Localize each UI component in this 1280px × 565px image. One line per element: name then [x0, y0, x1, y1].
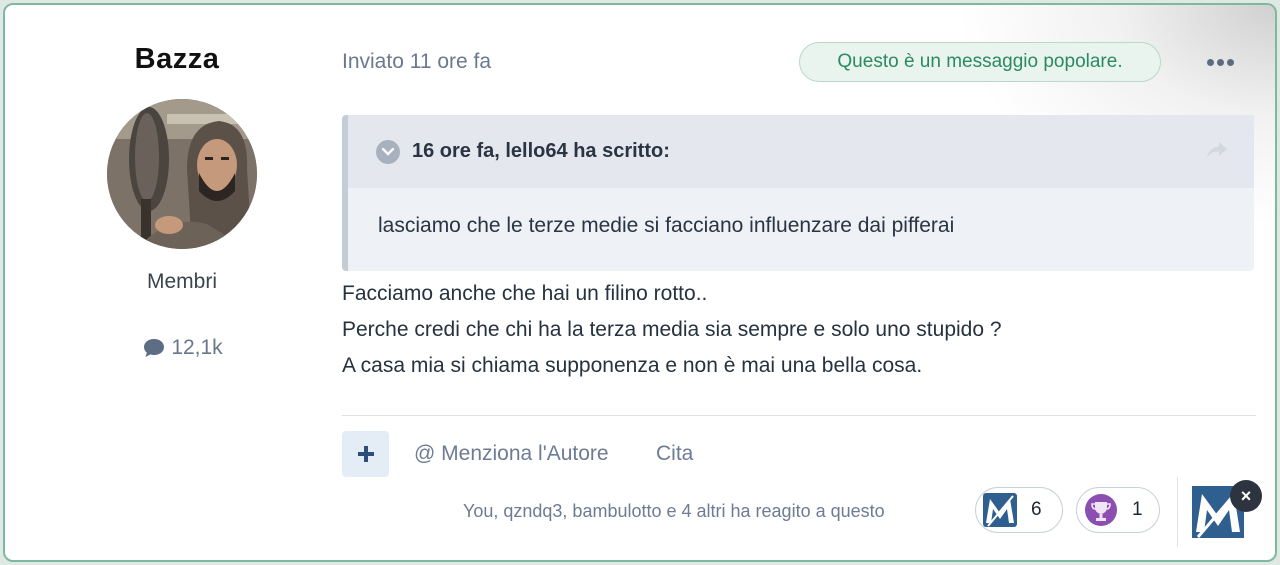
- post-date[interactable]: Inviato 11 ore fa: [342, 50, 491, 74]
- ellipsis-icon-dot: [1216, 58, 1224, 66]
- divider: [342, 415, 1256, 416]
- post-count-value: 12,1k: [171, 336, 223, 359]
- ellipsis-icon-dot: [1226, 58, 1234, 66]
- close-icon[interactable]: ×: [1230, 480, 1262, 512]
- quote-text: lasciamo che le terze medie si facciano …: [378, 214, 955, 237]
- chevron-down-icon: [382, 147, 394, 156]
- reaction-count: 6: [1031, 499, 1042, 520]
- quote-block: 16 ore fa, lello64 ha scritto: lasciamo …: [342, 115, 1254, 271]
- more-options-button[interactable]: [1203, 50, 1237, 74]
- quote-citation: 16 ore fa, lello64 ha scritto:: [412, 140, 670, 162]
- post-line: A casa mia si chiama supponenza e non è …: [342, 354, 923, 377]
- author-group: Membri: [146, 270, 217, 293]
- mention-author-link[interactable]: @ Menziona l'Autore: [414, 442, 609, 466]
- trophy-icon: [1085, 494, 1117, 526]
- reactions-summary[interactable]: You, qzndq3, bambulotto e 4 altri ha rea…: [463, 501, 885, 522]
- popular-badge: Questo è un messaggio popolare.: [799, 42, 1161, 82]
- author-avatar[interactable]: [107, 99, 257, 249]
- quote-header: 16 ore fa, lello64 ha scritto:: [348, 115, 1254, 188]
- add-button[interactable]: [342, 431, 389, 477]
- author-name[interactable]: Bazza: [5, 43, 349, 76]
- quote-collapse-toggle[interactable]: [376, 139, 400, 164]
- quote-link[interactable]: Cita: [656, 442, 693, 466]
- post-line: Facciamo anche che hai un filino rotto..: [342, 282, 708, 305]
- ellipsis-icon-dot: [1206, 58, 1214, 66]
- brand-like-icon: [983, 493, 1017, 527]
- share-icon[interactable]: [1206, 141, 1228, 165]
- avatar-photo: [107, 99, 257, 249]
- reaction-count: 1: [1132, 499, 1143, 520]
- author-post-count[interactable]: 12,1k: [5, 336, 361, 360]
- comment-icon: [144, 339, 165, 357]
- post-card: Bazza Membri 12,1k Inviato 11 ore fa Que…: [3, 3, 1277, 562]
- reaction-trophy-pill[interactable]: 1: [1076, 487, 1160, 533]
- post-content: Facciamo anche che hai un filino rotto..…: [342, 276, 1002, 384]
- post-line: Perche credi che chi ha la terza media s…: [342, 318, 1002, 341]
- plus-icon: [357, 446, 374, 462]
- separator: [1177, 477, 1178, 547]
- reaction-like-pill[interactable]: 6: [975, 487, 1063, 533]
